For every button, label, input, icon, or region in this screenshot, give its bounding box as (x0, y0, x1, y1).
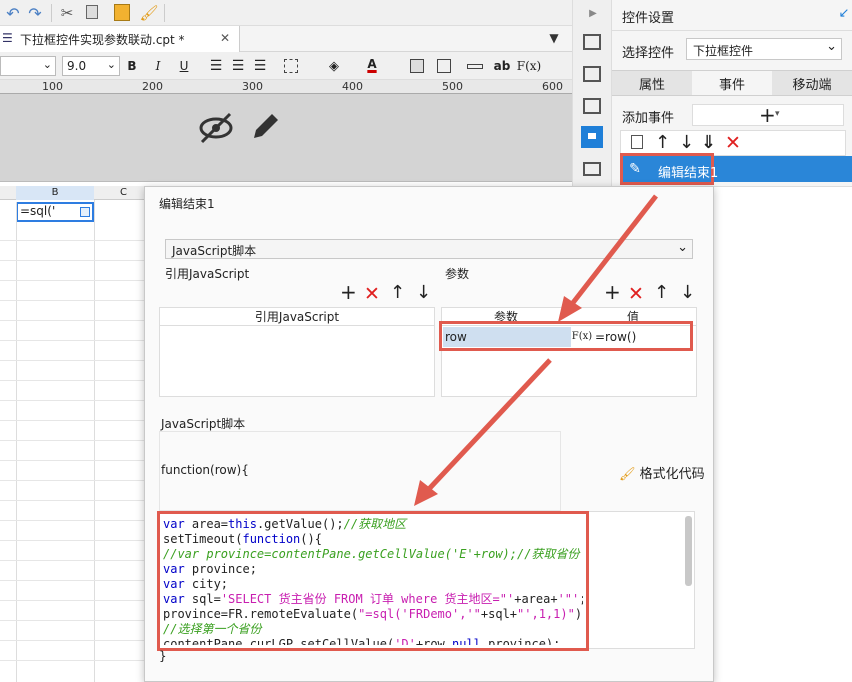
annotation-arrows (414, 194, 658, 506)
arrow-head (558, 296, 582, 322)
arrow-line (570, 194, 658, 306)
arrow-line (426, 358, 552, 492)
